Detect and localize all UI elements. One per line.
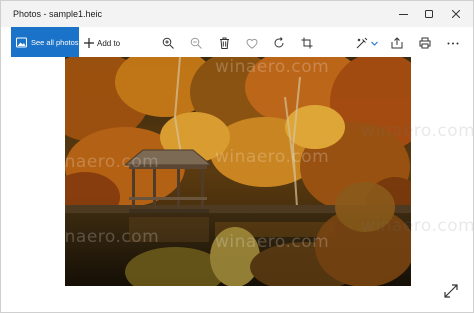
expand-icon [444, 284, 458, 298]
add-to-button[interactable]: Add to [84, 36, 120, 50]
print-button[interactable] [418, 36, 432, 50]
see-all-photos-label: See all photos [31, 37, 79, 47]
maximize-button[interactable] [416, 5, 442, 23]
favorite-button[interactable] [245, 36, 259, 50]
more-options-button[interactable] [446, 36, 460, 50]
photo-viewer[interactable]: winaero.com winaero.com winaero.com wina… [65, 57, 411, 286]
photos-icon [16, 37, 27, 47]
title-bar[interactable]: Photos - sample1.heic [1, 1, 473, 27]
rotate-button[interactable] [272, 36, 286, 50]
maximize-icon [425, 10, 433, 18]
close-icon [452, 10, 460, 18]
add-to-label: Add to [97, 38, 121, 48]
share-icon [391, 37, 403, 49]
rotate-icon [274, 37, 284, 48]
close-button[interactable] [443, 5, 469, 23]
zoom-out-button[interactable] [189, 36, 203, 50]
toolbar: See all photos Add to [1, 27, 473, 57]
crop-button[interactable] [300, 36, 314, 50]
full-screen-button[interactable] [444, 284, 458, 298]
photos-window: Photos - sample1.heic See all photos Add… [0, 0, 474, 313]
minimize-icon [398, 13, 408, 15]
delete-button[interactable] [217, 36, 231, 50]
plus-icon [84, 38, 94, 48]
zoom-out-icon [190, 37, 202, 49]
print-icon [419, 37, 431, 49]
edit-dropdown-button[interactable] [370, 36, 378, 50]
edit-button[interactable] [355, 36, 369, 50]
zoom-in-icon [162, 37, 174, 49]
zoom-in-button[interactable] [161, 36, 175, 50]
autumn-lake-photo [65, 57, 411, 286]
more-icon [447, 42, 459, 44]
favorite-icon [246, 38, 258, 49]
see-all-photos-button[interactable]: See all photos [11, 27, 79, 57]
minimize-button[interactable] [390, 5, 416, 23]
edit-icon [356, 37, 368, 49]
delete-icon [219, 37, 229, 49]
chevron-down-icon [370, 41, 378, 46]
crop-icon [301, 37, 313, 49]
share-button[interactable] [390, 36, 404, 50]
window-title: Photos - sample1.heic [13, 9, 103, 19]
